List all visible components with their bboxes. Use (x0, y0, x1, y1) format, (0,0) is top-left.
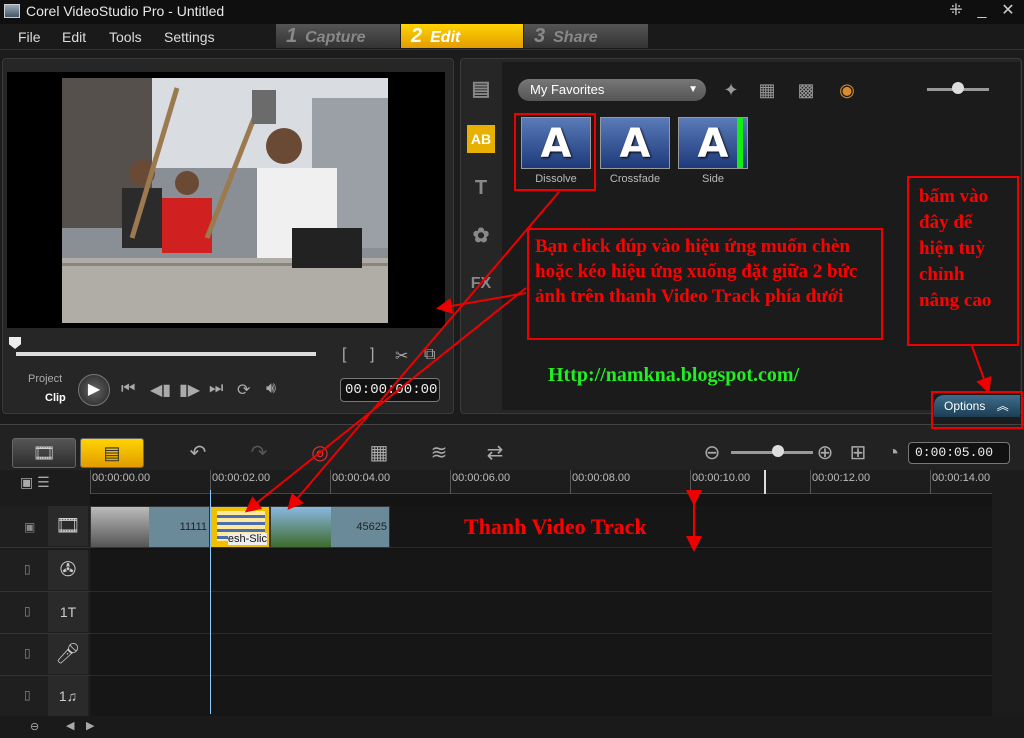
annotation-arrows (244, 191, 992, 552)
arrow-to-track (287, 191, 560, 511)
arrow-to-preview (436, 292, 527, 314)
arrow-to-options (971, 345, 992, 394)
arrow-to-transition (244, 287, 527, 513)
